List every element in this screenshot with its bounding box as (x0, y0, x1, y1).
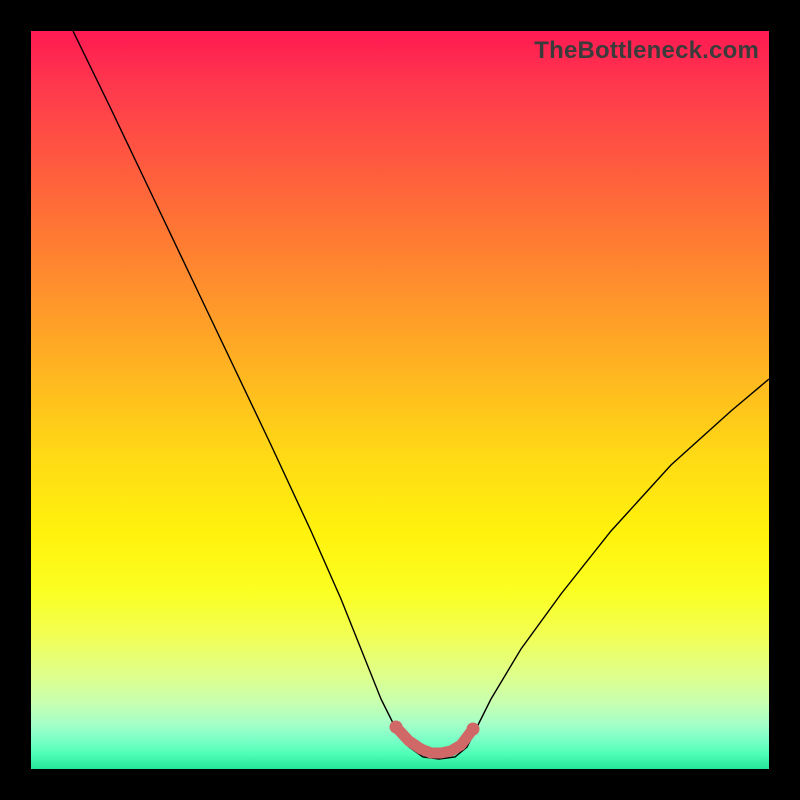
ideal-band-endpoint-right (467, 723, 480, 736)
watermark-text: TheBottleneck.com (534, 37, 759, 65)
ideal-band (396, 727, 473, 753)
ideal-band-endpoint-left (390, 721, 403, 734)
chart-frame: TheBottleneck.com (0, 0, 800, 800)
bottleneck-curve (73, 31, 769, 759)
plot-area: TheBottleneck.com (31, 31, 769, 769)
curve-layer (31, 31, 769, 769)
